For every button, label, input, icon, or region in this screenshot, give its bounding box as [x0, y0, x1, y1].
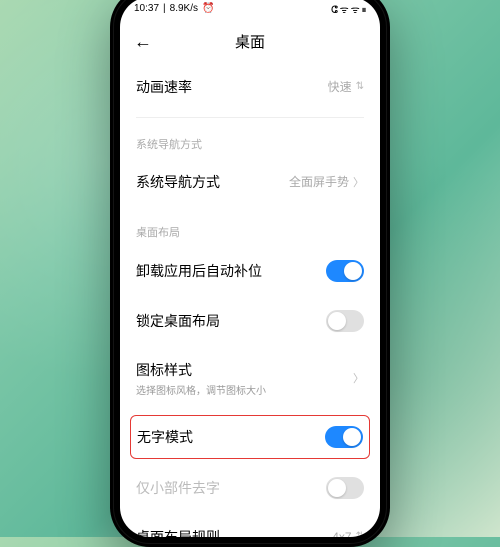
- row-label: 无字模式: [137, 427, 325, 447]
- status-right-icons: ⵛ ᯤ ᯤ ⏸: [331, 2, 366, 16]
- toggle-auto-fill[interactable]: [326, 260, 364, 282]
- chevron-right-icon: 〉: [353, 370, 364, 386]
- toggle-widgets-only: [326, 477, 364, 499]
- back-button[interactable]: ←: [134, 31, 152, 52]
- page-header: ← 桌面: [120, 21, 380, 63]
- row-sublabel: 选择图标风格，调节图标大小: [136, 382, 353, 397]
- toggle-lock-layout[interactable]: [326, 310, 364, 332]
- status-net-speed: 8.9K/s: [170, 3, 198, 14]
- row-icon-style[interactable]: 图标样式 选择图标风格，调节图标大小 〉: [136, 346, 364, 411]
- alarm-icon: ⏰: [202, 3, 214, 14]
- toggle-no-text-mode[interactable]: [325, 426, 363, 448]
- screen: 10:37 | 8.9K/s ⏰ ⵛ ᯤ ᯤ ⏸ ← 桌面 动画速率 快速 ⇅ …: [120, 0, 380, 537]
- row-label: 动画速率: [136, 77, 328, 97]
- row-label: 卸载应用后自动补位: [136, 261, 326, 281]
- status-bar: 10:37 | 8.9K/s ⏰ ⵛ ᯤ ᯤ ⏸: [120, 0, 380, 21]
- row-lock-layout[interactable]: 锁定桌面布局: [136, 296, 364, 346]
- status-time: 10:37: [134, 3, 159, 14]
- row-value: 全面屏手势: [289, 173, 349, 190]
- row-label: 图标样式: [136, 360, 353, 380]
- updown-icon: ⇅: [356, 532, 364, 537]
- updown-icon: ⇅: [356, 82, 364, 92]
- row-widgets-only-no-text: 仅小部件去字: [136, 463, 364, 513]
- row-label: 系统导航方式: [136, 172, 289, 192]
- row-layout-rule[interactable]: 桌面布局规则 4x7 ⇅: [136, 513, 364, 537]
- row-label: 锁定桌面布局: [136, 311, 326, 331]
- section-navigation: 系统导航方式: [136, 118, 364, 158]
- row-no-text-mode[interactable]: 无字模式: [130, 415, 370, 459]
- page-title: 桌面: [235, 31, 265, 52]
- row-auto-fill[interactable]: 卸载应用后自动补位: [136, 246, 364, 296]
- row-animation-speed[interactable]: 动画速率 快速 ⇅: [136, 63, 364, 111]
- row-value: 4x7: [332, 530, 351, 537]
- row-label: 桌面布局规则: [136, 527, 332, 537]
- row-value: 快速: [328, 78, 352, 95]
- settings-list[interactable]: 动画速率 快速 ⇅ 系统导航方式 系统导航方式 全面屏手势 〉 桌面布局 卸载应…: [120, 63, 380, 537]
- chevron-right-icon: 〉: [353, 174, 364, 190]
- section-layout: 桌面布局: [136, 206, 364, 246]
- phone-frame: 10:37 | 8.9K/s ⏰ ⵛ ᯤ ᯤ ⏸ ← 桌面 动画速率 快速 ⇅ …: [110, 0, 390, 547]
- row-navigation-mode[interactable]: 系统导航方式 全面屏手势 〉: [136, 158, 364, 206]
- row-label: 仅小部件去字: [136, 478, 326, 498]
